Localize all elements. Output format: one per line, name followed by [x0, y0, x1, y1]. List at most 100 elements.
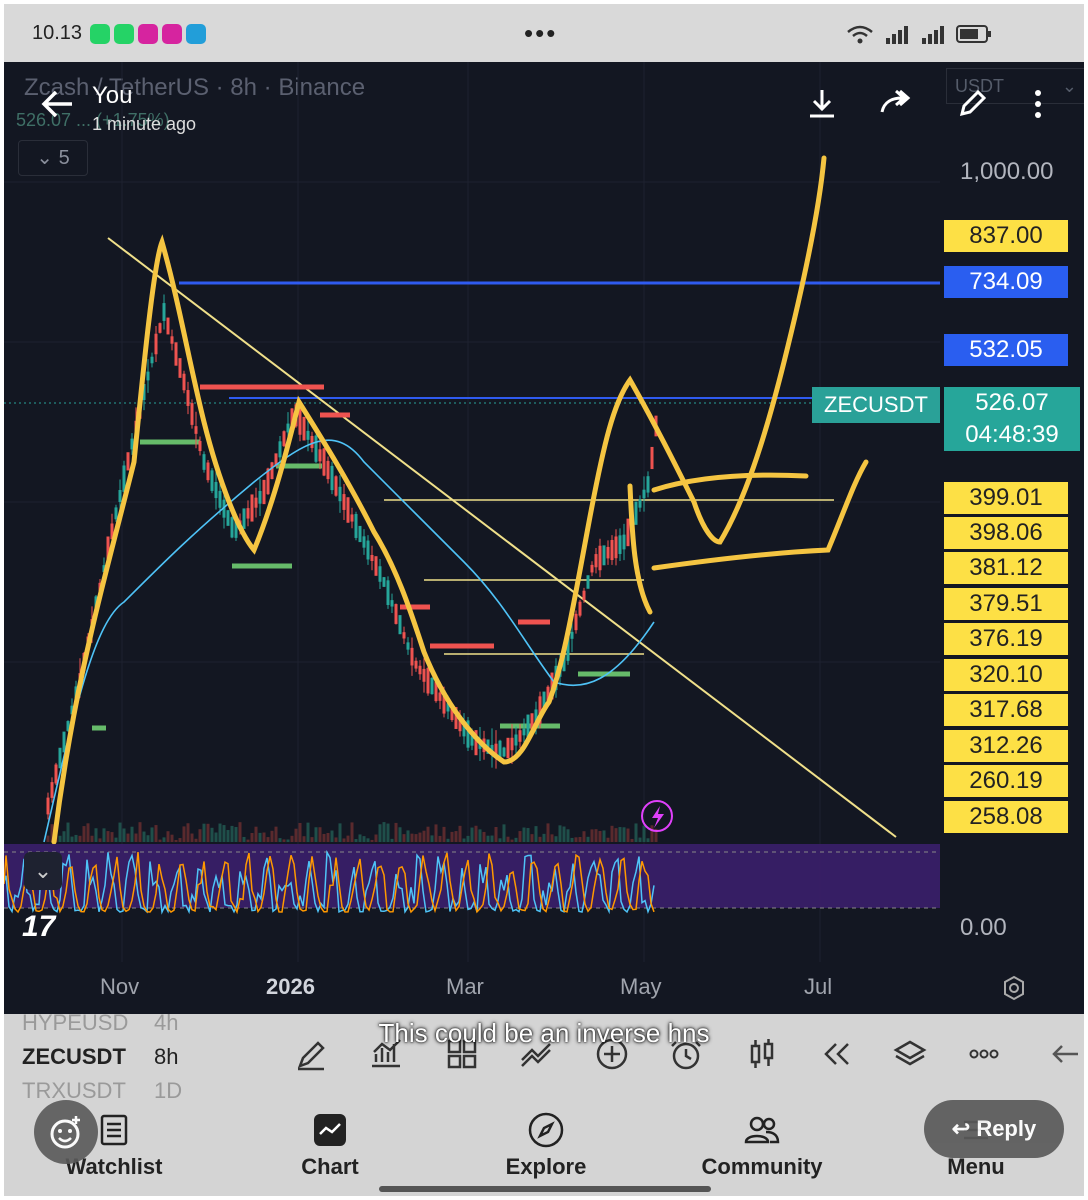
battery-icon	[956, 25, 991, 43]
candle-body	[262, 479, 266, 505]
volume-bar	[322, 833, 326, 842]
reply-button[interactable]: ↩ Reply	[924, 1100, 1064, 1158]
candle-body	[62, 731, 66, 753]
volume-bar	[542, 833, 546, 842]
more-options-icon[interactable]	[1020, 86, 1056, 122]
volume-bar	[46, 835, 50, 842]
volume-bar	[206, 823, 210, 842]
candle-body	[646, 476, 650, 493]
candle-body	[230, 517, 234, 538]
volume-bar	[626, 828, 630, 842]
price-axis-label: 399.01	[944, 482, 1068, 514]
candle-body	[378, 566, 382, 582]
current-price-box: 526.07 04:48:39	[944, 387, 1080, 451]
nav-explore[interactable]: Explore	[476, 1110, 616, 1180]
candle-body	[390, 600, 394, 607]
candle-body	[246, 508, 250, 519]
sent-time: 1 minute ago	[92, 114, 197, 134]
volume-bar	[422, 830, 426, 842]
volume-bar	[582, 831, 586, 842]
volume-bar	[366, 838, 370, 842]
volume-bar	[222, 825, 226, 842]
volume-bar	[290, 835, 294, 842]
whatsapp-business-icon	[114, 24, 134, 44]
candle-body	[298, 409, 302, 435]
volume-bar	[94, 828, 98, 842]
candle-body	[510, 737, 514, 751]
volume-bar	[398, 827, 402, 842]
nav-chart[interactable]: Chart	[260, 1110, 400, 1180]
bottom-panel: HYPEUSD 4h ZECUSDT 8h TRXUSDT 1D This could b…	[4, 1010, 1084, 1196]
candle-body	[366, 540, 370, 560]
volume-bar	[406, 830, 410, 842]
home-indicator[interactable]	[379, 1186, 711, 1192]
add-reaction-button[interactable]	[34, 1100, 98, 1164]
settings-icon[interactable]	[1000, 974, 1028, 1002]
forward-icon[interactable]	[878, 86, 914, 122]
volume-bar	[326, 832, 330, 842]
candle-body	[346, 497, 350, 523]
volume-bar	[202, 823, 206, 842]
volume-bar	[522, 827, 526, 842]
volume-bar	[538, 836, 542, 842]
volume-bar	[82, 826, 86, 842]
volume-bar	[254, 826, 258, 842]
candle-body	[594, 554, 598, 568]
back-arrow-icon[interactable]	[38, 84, 78, 124]
volume-bar	[262, 832, 266, 842]
price-chart[interactable]	[4, 62, 1084, 1014]
volume-bar	[146, 835, 150, 842]
volume-bar	[302, 836, 306, 842]
candle-body	[518, 730, 522, 742]
chart-area[interactable]: Zcash / TetherUS · 8h · Binance 526.07 .…	[4, 62, 1084, 1014]
time-label: May	[620, 974, 662, 999]
price-axis-label: 320.10	[944, 659, 1068, 691]
candle-body	[54, 764, 58, 784]
candle-body	[406, 642, 410, 650]
volume-bar	[394, 822, 398, 842]
volume-bar	[638, 837, 642, 842]
volume-bar	[414, 834, 418, 842]
volume-bar	[358, 834, 362, 842]
volume-bar	[218, 823, 222, 842]
nav-community[interactable]: Community	[692, 1110, 832, 1180]
volume-bar	[430, 835, 434, 842]
volume-bar	[518, 831, 522, 842]
volume-bar	[362, 836, 366, 842]
candle-body	[522, 728, 526, 736]
volume-bar	[350, 822, 354, 842]
candle-body	[410, 647, 414, 666]
collapse-pane-button[interactable]: ⌄	[24, 852, 62, 890]
volume-bar	[190, 833, 194, 842]
candle-body	[158, 323, 162, 333]
axis-top-label: 1,000.00	[960, 158, 1054, 185]
candle-body	[370, 554, 374, 562]
candle-body	[126, 452, 130, 471]
candle-body	[402, 632, 406, 639]
candle-body	[202, 454, 206, 470]
volume-bar	[342, 838, 346, 842]
volume-bar	[134, 833, 138, 842]
trendline	[107, 237, 897, 838]
edit-pencil-icon[interactable]	[954, 86, 990, 122]
candle-body	[250, 494, 254, 522]
volume-bar	[442, 826, 446, 842]
chart-icon	[314, 1114, 346, 1146]
volume-bar	[90, 835, 94, 842]
volume-bar	[198, 829, 202, 842]
candle-body	[118, 490, 122, 502]
candle-body	[426, 667, 430, 694]
volume-bar	[454, 831, 458, 842]
candle-body	[282, 431, 286, 447]
volume-bar	[186, 823, 190, 842]
candle-body	[154, 333, 158, 355]
download-icon[interactable]	[804, 86, 840, 122]
volume-bar	[158, 839, 162, 842]
volume-bar	[554, 836, 558, 842]
volume-bar	[182, 826, 186, 842]
candle-body	[242, 508, 246, 529]
volume-bar	[478, 829, 482, 842]
candle-body	[590, 564, 594, 573]
volume-bar	[418, 832, 422, 842]
price-axis-label: 260.19	[944, 765, 1068, 797]
